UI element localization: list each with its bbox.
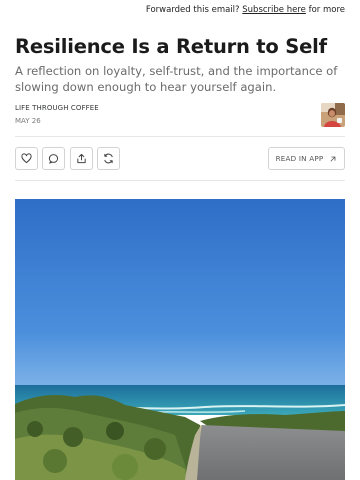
post-title[interactable]: Resilience Is a Return to Self	[15, 34, 350, 60]
divider-bottom	[15, 180, 345, 181]
hero-image[interactable]	[15, 199, 345, 480]
comment-icon	[48, 154, 59, 164]
comment-button[interactable]	[42, 147, 65, 170]
like-button[interactable]	[15, 147, 38, 170]
heart-icon	[21, 153, 32, 164]
share-button[interactable]	[70, 147, 93, 170]
restack-icon	[104, 153, 113, 164]
restack-button[interactable]	[97, 147, 120, 170]
read-in-app-label: READ IN APP	[275, 154, 324, 163]
forward-text: Forwarded this email?	[145, 5, 243, 15]
forward-suffix: for more	[305, 5, 345, 15]
arrow-up-right-icon	[331, 156, 336, 161]
post-date: MAY 26	[15, 117, 41, 125]
share-icon	[77, 153, 86, 164]
subscribe-link[interactable]: Subscribe here	[242, 5, 306, 15]
forward-notice: Forwarded this email? Subscribe here for…	[146, 5, 345, 15]
publication-name[interactable]: LIFE THROUGH COFFEE	[15, 104, 99, 112]
read-in-app-button[interactable]: READ IN APP	[268, 147, 345, 170]
author-avatar[interactable]	[321, 103, 345, 127]
post-subtitle: A reflection on loyalty, self-trust, and…	[15, 64, 338, 94]
divider-top	[15, 136, 345, 137]
